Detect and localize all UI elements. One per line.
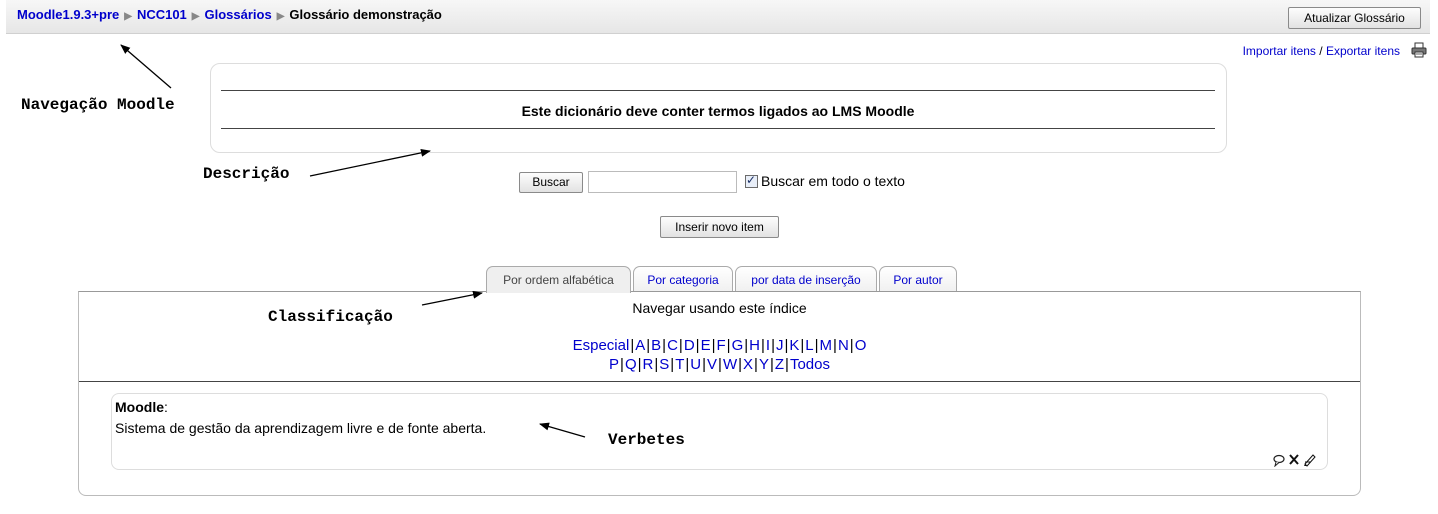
breadcrumb-separator-icon: ▶ — [124, 11, 132, 22]
letter-separator: | — [685, 356, 690, 373]
breadcrumb-separator-icon: ▶ — [276, 11, 285, 22]
letter-separator: | — [678, 337, 683, 354]
letter-separator: | — [620, 356, 624, 373]
breadcrumb-current: Glossário demonstração — [289, 7, 442, 22]
arrow-to-description — [309, 148, 431, 177]
breadcrumb-link-site[interactable]: Moodle1.9.3+pre — [17, 7, 119, 22]
letter-link-f[interactable]: F — [716, 337, 725, 354]
breadcrumb: Moodle1.9.3+pre ▶ NCC101 ▶ Glossários ▶ Glossá… — [17, 7, 442, 22]
letter-link-r[interactable]: R — [643, 356, 654, 373]
delete-icon[interactable] — [1289, 454, 1299, 465]
letter-separator: | — [702, 356, 707, 373]
letter-separator: | — [785, 356, 789, 373]
letter-link-s[interactable]: S — [659, 356, 669, 373]
letter-separator: | — [726, 337, 731, 354]
content-divider — [79, 381, 1360, 382]
entry-term-name: Moodle — [115, 399, 164, 415]
printer-icon[interactable] — [1411, 42, 1427, 58]
letter-separator: | — [695, 337, 700, 354]
breadcrumb-link-course[interactable]: NCC101 — [137, 7, 187, 22]
update-glossary-button[interactable]: Atualizar Glossário — [1288, 7, 1421, 29]
navigation-bar: Moodle1.9.3+pre ▶ NCC101 ▶ Glossários ▶ Glossá… — [6, 0, 1430, 34]
insert-entry-button[interactable]: Inserir novo item — [660, 216, 779, 238]
letter-separator: | — [784, 337, 789, 354]
tab-alphabetical[interactable]: Por ordem alfabética — [486, 266, 631, 293]
annotation-description: Descrição — [203, 165, 290, 183]
letter-separator: | — [718, 356, 722, 373]
description-divider-top — [221, 90, 1215, 91]
import-export-links: Importar itens / Exportar itens — [1243, 44, 1400, 58]
letter-link-todos[interactable]: Todos — [790, 356, 830, 373]
letter-link-i[interactable]: I — [766, 337, 770, 354]
letter-separator: | — [738, 356, 743, 373]
letter-link-l[interactable]: L — [805, 337, 813, 354]
fulltext-checkbox[interactable] — [745, 173, 758, 188]
letter-separator: | — [646, 337, 651, 354]
letter-separator: | — [670, 356, 675, 373]
glossary-description: Este dicionário deve conter termos ligad… — [521, 103, 915, 119]
letter-index-row: P|Q|R|S|T|U|V|W|X|Y|Z|Todos — [78, 356, 1361, 373]
fulltext-label: Buscar em todo o texto — [761, 173, 905, 189]
letter-link-k[interactable]: K — [789, 337, 799, 354]
tab-author[interactable]: Por autor — [879, 266, 957, 292]
search-button[interactable]: Buscar — [519, 172, 583, 193]
letter-separator: | — [754, 356, 758, 373]
letter-link-b[interactable]: B — [651, 337, 661, 354]
letter-index-row: Especial|A|B|C|D|E|F|G|H|I|J|K|L|M|N|O — [78, 337, 1361, 354]
letter-link-e[interactable]: E — [701, 337, 711, 354]
entry-term-colon: : — [164, 399, 168, 415]
export-entries-link[interactable]: Exportar itens — [1326, 44, 1400, 58]
letter-link-g[interactable]: G — [732, 337, 744, 354]
search-input[interactable] — [588, 171, 737, 193]
letter-separator: | — [800, 337, 805, 354]
letter-link-x[interactable]: X — [743, 356, 753, 373]
letter-separator: | — [630, 337, 635, 354]
letter-link-w[interactable]: W — [723, 356, 737, 373]
edit-icon[interactable] — [1304, 454, 1316, 467]
letter-separator: | — [637, 356, 642, 373]
tab-date[interactable]: por data de inserção — [735, 266, 877, 292]
letter-separator: | — [769, 356, 774, 373]
comment-icon[interactable] — [1273, 454, 1285, 467]
import-entries-link[interactable]: Importar itens — [1243, 44, 1316, 58]
entry-definition: Sistema de gestão da aprendizagem livre … — [115, 420, 487, 436]
letter-separator: | — [744, 337, 749, 354]
letter-link-p[interactable]: P — [609, 356, 619, 373]
letter-separator: | — [771, 337, 775, 354]
letter-separator: | — [711, 337, 716, 354]
entry-actions — [1273, 454, 1316, 467]
annotation-entries: Verbetes — [608, 431, 685, 449]
letter-separator: | — [814, 337, 819, 354]
letter-link-y[interactable]: Y — [759, 356, 769, 373]
breadcrumb-link-glossaries[interactable]: Glossários — [205, 7, 272, 22]
letter-link-v[interactable]: V — [707, 356, 717, 373]
annotation-classification: Classificação — [268, 308, 393, 326]
breadcrumb-separator-icon: ▶ — [191, 11, 200, 22]
letter-link-a[interactable]: A — [635, 337, 645, 354]
letter-link-j[interactable]: J — [776, 337, 784, 354]
letter-link-c[interactable]: C — [667, 337, 678, 354]
letter-separator: | — [654, 356, 659, 373]
letter-link-n[interactable]: N — [838, 337, 849, 354]
letter-link-t[interactable]: T — [675, 356, 684, 373]
letter-link-d[interactable]: D — [684, 337, 695, 354]
description-divider-bottom — [221, 128, 1215, 129]
tab-category[interactable]: Por categoria — [633, 266, 733, 292]
annotation-navigation: Navegação Moodle — [21, 96, 175, 114]
letter-separator: | — [662, 337, 667, 354]
letter-link-m[interactable]: M — [820, 337, 833, 354]
letter-link-u[interactable]: U — [690, 356, 701, 373]
arrow-to-navigation — [120, 44, 172, 89]
letter-link-q[interactable]: Q — [625, 356, 637, 373]
letter-link-h[interactable]: H — [749, 337, 760, 354]
letter-separator: | — [760, 337, 765, 354]
letter-separator: | — [833, 337, 837, 354]
letter-separator: | — [849, 337, 854, 354]
link-separator: / — [1319, 44, 1323, 58]
entry-term: Moodle: — [115, 399, 168, 415]
letter-link-o[interactable]: O — [855, 337, 867, 354]
letter-link-especial[interactable]: Especial — [573, 337, 630, 354]
letter-link-z[interactable]: Z — [775, 356, 784, 373]
